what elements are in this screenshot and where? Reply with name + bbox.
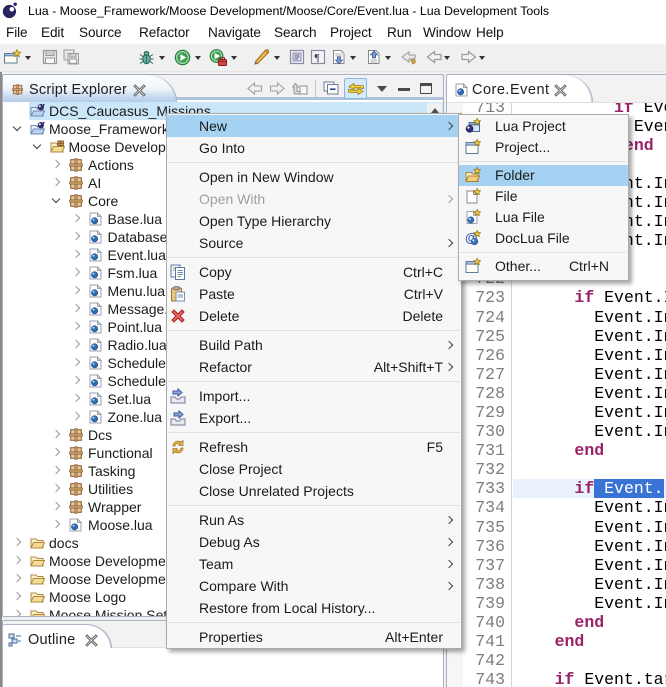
svg-text:¶: ¶ [315,52,320,64]
